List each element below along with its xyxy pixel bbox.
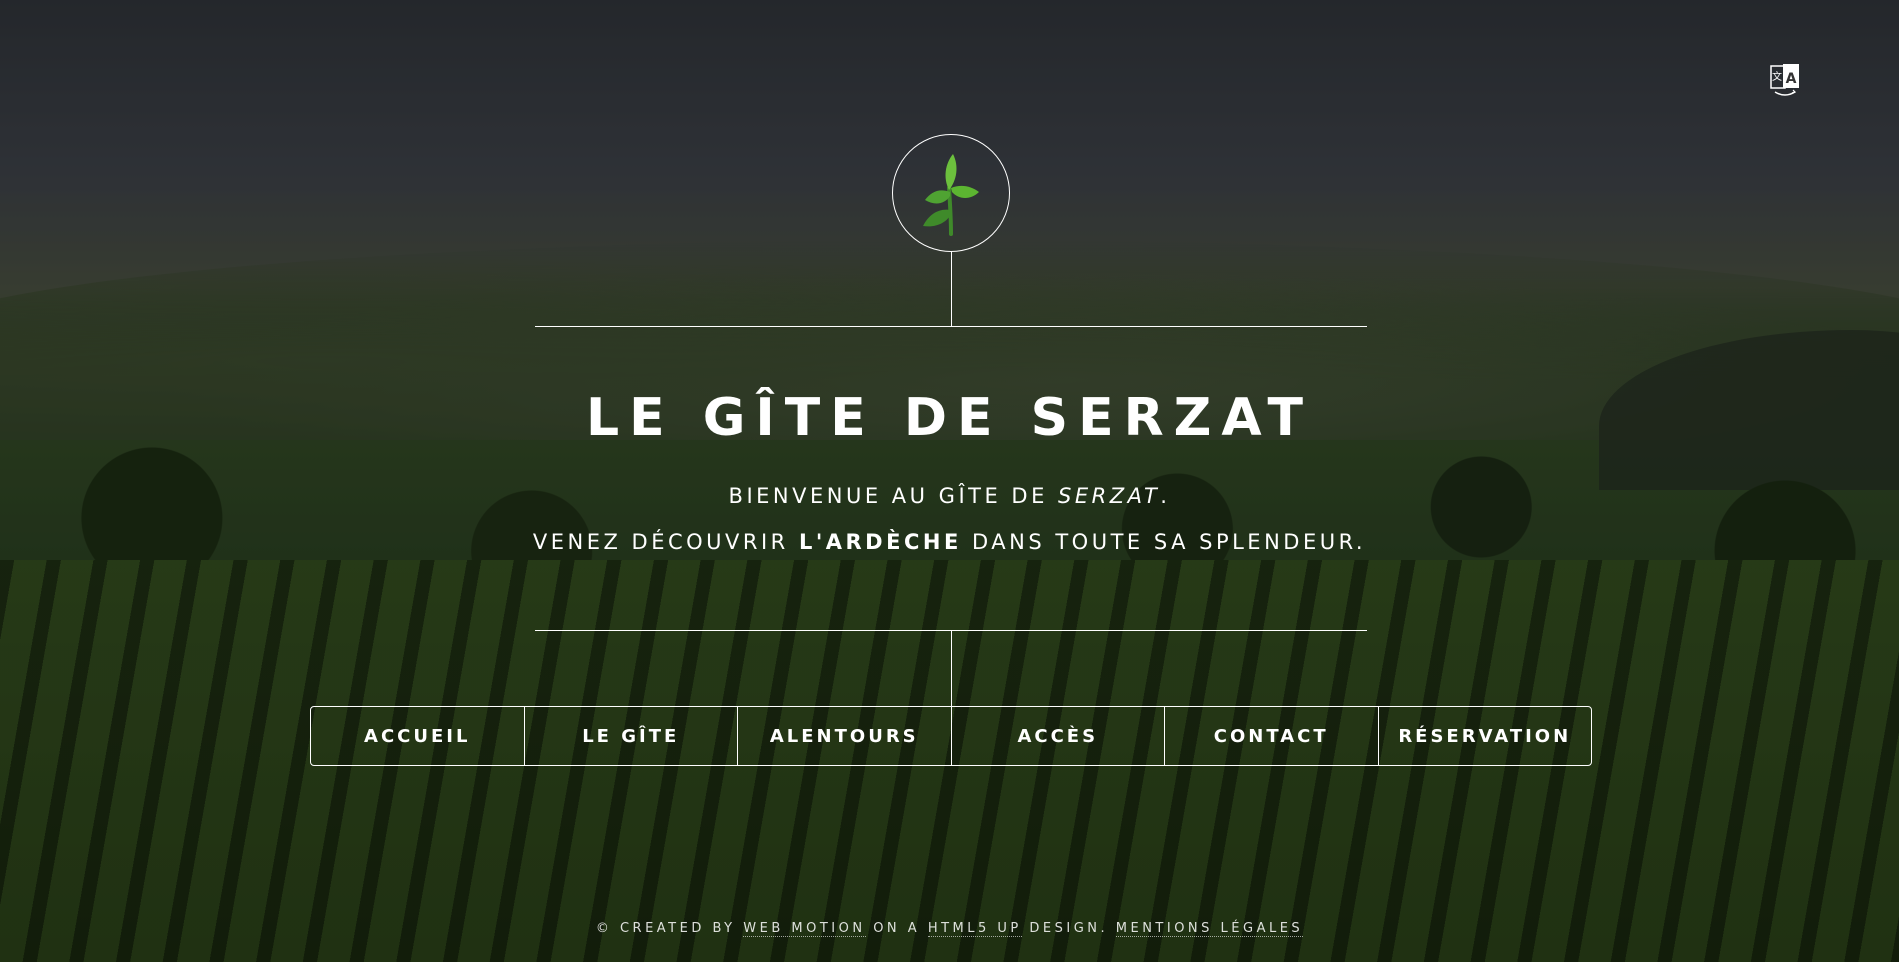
divider-vertical-bottom (951, 630, 952, 706)
nav-item-le-gite[interactable]: Le Gîte (523, 707, 738, 765)
logo (892, 134, 1010, 252)
html5up-link[interactable]: HTML5 UP (927, 921, 1022, 937)
page-title: Le Gîte de Serzat (585, 388, 1314, 448)
welcome-line: Bienvenue au gîte de Serzat. (728, 484, 1171, 508)
svg-text:文: 文 (1772, 70, 1782, 83)
main-nav: Accueil Le Gîte Alentours Accès Contact … (310, 706, 1592, 766)
divider-horizontal-top (535, 326, 1367, 327)
nav-item-contact[interactable]: Contact (1164, 707, 1378, 765)
divider-vertical-top (951, 252, 952, 327)
discover-line: Venez découvrir l'Ardèche dans toute sa … (532, 530, 1367, 554)
translate-icon[interactable]: A 文 (1768, 62, 1802, 98)
nav-item-acces[interactable]: Accès (950, 707, 1165, 765)
web-motion-link[interactable]: Web Motion (743, 921, 866, 937)
seedling-icon (923, 154, 979, 236)
nav-item-accueil[interactable]: Accueil (311, 707, 524, 765)
footer: © Created by Web Motion on a HTML5 UP de… (595, 921, 1304, 937)
nav-item-alentours[interactable]: Alentours (737, 707, 951, 765)
svg-text:A: A (1786, 71, 1797, 87)
legal-notice-link[interactable]: Mentions légales (1115, 921, 1304, 937)
nav-item-reservation[interactable]: Réservation (1377, 707, 1592, 765)
